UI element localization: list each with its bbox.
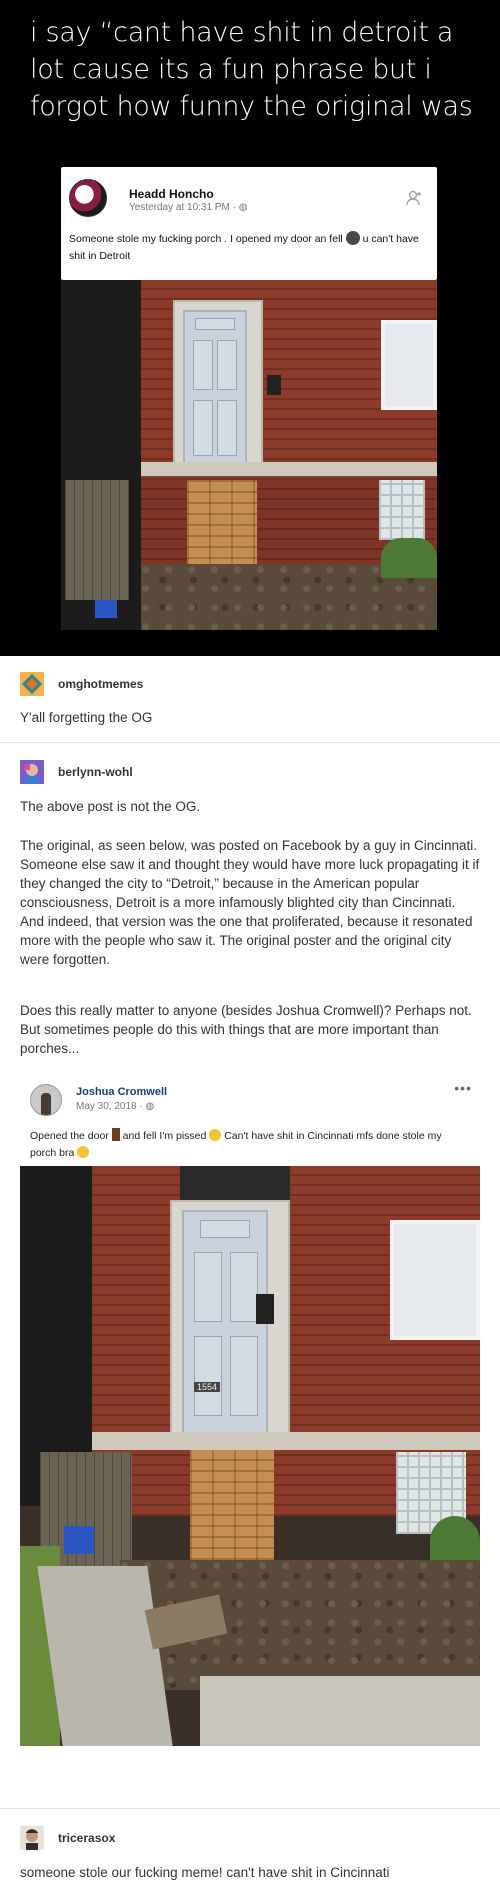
fb-post-card: Headd Honcho Yesterday at 10:31 PM · ◍ S…	[61, 167, 437, 280]
meme-caption: i say “cant have shit in detroit a lot c…	[30, 17, 473, 122]
og-text-part2: and fell I'm pissed	[119, 1130, 210, 1142]
avatar	[69, 179, 107, 217]
divider	[0, 1808, 500, 1809]
globe-icon: ◍	[238, 202, 248, 213]
globe-icon: ◍	[145, 1101, 155, 1112]
avatar-tricerasox[interactable]	[20, 1826, 44, 1850]
meme-image: i say “cant have shit in detroit a lot c…	[0, 0, 500, 656]
steaming-face-emoji-icon	[209, 1129, 222, 1141]
house-photo-cropped	[61, 280, 437, 630]
post-paragraph: Does this really matter to anyone (besid…	[20, 1003, 472, 1056]
og-poster-name: Joshua Cromwell	[76, 1086, 168, 1098]
og-post-timestamp: May 30, 2018 · ◍	[76, 1101, 154, 1112]
house-number: 1554	[194, 1382, 221, 1392]
add-friend-icon	[405, 189, 423, 211]
divider	[0, 742, 500, 743]
username-link[interactable]: berlynn-wohl	[58, 765, 133, 779]
avatar	[30, 1084, 62, 1116]
post-text: someone stole our fucking meme! can't ha…	[20, 1865, 390, 1880]
post-text: Y'all forgetting the OG	[20, 710, 153, 725]
post-paragraph: The original, as seen below, was posted …	[20, 838, 480, 967]
avatar-berlynn-wohl[interactable]	[20, 760, 44, 784]
more-options-icon: •••	[454, 1080, 472, 1096]
avatar-omghotmemes[interactable]	[20, 672, 44, 696]
og-text-part1: Opened the door	[30, 1130, 112, 1142]
og-post-text: Opened the door and fell I'm pissed Can'…	[30, 1128, 470, 1162]
post-paragraph: The above post is not the OG.	[20, 799, 201, 814]
timestamp-text: Yesterday at 10:31 PM ·	[129, 202, 239, 213]
og-fb-post-card: Joshua Cromwell May 30, 2018 · ◍ ••• Ope…	[20, 1066, 480, 1166]
house-photo-original: 1554	[20, 1166, 480, 1746]
username-link[interactable]: omghotmemes	[58, 677, 143, 691]
timestamp-text: May 30, 2018 ·	[76, 1101, 146, 1112]
fb-post-text: Someone stole my fucking porch . I opene…	[69, 231, 429, 265]
unamused-face-emoji-icon	[77, 1146, 90, 1158]
username-link[interactable]: tricerasox	[58, 1831, 115, 1845]
fb-post-text-part1: Someone stole my fucking porch . I opene…	[69, 233, 346, 245]
fb-poster-name: Headd Honcho	[129, 187, 214, 201]
man-facepalming-emoji-icon	[345, 231, 360, 245]
door-emoji-icon	[111, 1128, 120, 1141]
fb-post-timestamp: Yesterday at 10:31 PM · ◍	[129, 202, 247, 213]
